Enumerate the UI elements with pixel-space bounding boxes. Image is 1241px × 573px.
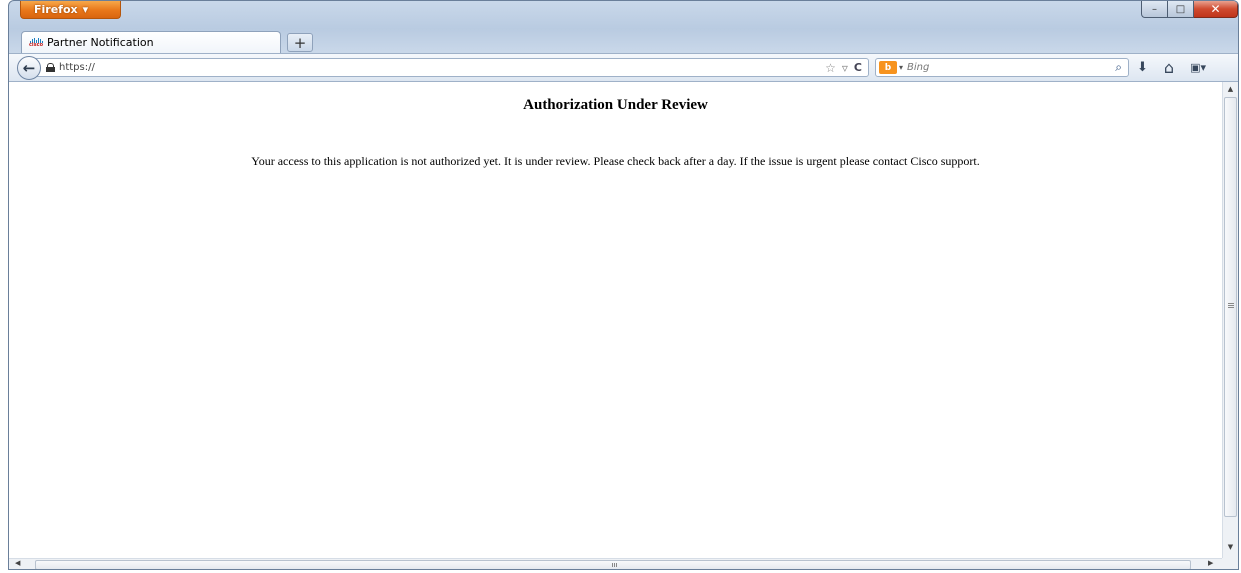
back-button[interactable]: ←: [17, 56, 41, 80]
bing-logo-text: b: [884, 62, 892, 73]
maximize-button[interactable]: □: [1168, 1, 1194, 18]
page-title: Authorization Under Review: [523, 97, 708, 113]
search-placeholder: Bing: [907, 62, 930, 73]
back-arrow-icon: ←: [22, 59, 36, 77]
cisco-logo-icon: cisco: [28, 37, 44, 49]
search-engine-dropdown-icon[interactable]: ▾: [899, 63, 903, 72]
page-content: Authorization Under Review Your access t…: [9, 82, 1222, 558]
chevron-down-icon: ▾: [82, 3, 89, 16]
tab-partner-notification[interactable]: cisco Partner Notification: [21, 31, 281, 53]
reload-icon[interactable]: C: [854, 61, 862, 74]
horizontal-scroll-thumb[interactable]: [35, 560, 1191, 569]
bing-logo-icon[interactable]: b: [879, 61, 897, 74]
scroll-up-arrow-icon[interactable]: ▲: [1223, 85, 1238, 93]
cisco-logo-text: cisco: [28, 41, 44, 48]
scroll-right-arrow-icon[interactable]: ▶: [1208, 559, 1213, 567]
close-button[interactable]: ✕: [1194, 1, 1238, 18]
new-tab-button[interactable]: +: [287, 33, 313, 52]
tab-title: Partner Notification: [47, 36, 154, 49]
page-message: Your access to this application is not a…: [251, 154, 980, 168]
search-bar[interactable]: b ▾ Bing ⌕: [875, 58, 1129, 77]
firefox-menu-button[interactable]: Firefox ▾: [20, 1, 121, 19]
lock-icon: [46, 63, 55, 72]
minimize-button[interactable]: –: [1141, 1, 1168, 18]
search-icon[interactable]: ⌕: [1115, 60, 1122, 75]
browser-window: Firefox ▾ – □ ✕ cisco Partner Notificati…: [8, 0, 1239, 570]
vertical-scroll-thumb[interactable]: [1224, 97, 1237, 517]
window-caption-buttons: – □ ✕: [1141, 1, 1238, 18]
history-dropdown-icon[interactable]: ▿: [842, 61, 848, 75]
toolbar-icons: ⬇ ⌂ ▣▾: [1137, 58, 1206, 77]
download-icon[interactable]: ⬇: [1137, 60, 1148, 75]
vertical-scrollbar[interactable]: ▲ ▼: [1222, 82, 1238, 558]
firefox-menu-label: Firefox: [34, 3, 78, 16]
horizontal-scrollbar[interactable]: ◀ ▶: [9, 558, 1222, 569]
bookmark-star-icon[interactable]: ☆: [825, 61, 836, 75]
navigation-toolbar: ← https:// ☆ ▿ C b ▾ Bing ⌕ ⬇ ⌂ ▣▾: [9, 53, 1238, 82]
scrollbar-corner: [1222, 558, 1238, 569]
url-text: https://: [59, 62, 95, 73]
scroll-down-arrow-icon[interactable]: ▼: [1223, 543, 1238, 551]
scroll-left-arrow-icon[interactable]: ◀: [15, 559, 20, 567]
home-icon[interactable]: ⌂: [1164, 58, 1174, 77]
bookmarks-menu-icon[interactable]: ▣▾: [1190, 61, 1206, 74]
url-bar[interactable]: https:// ☆ ▿ C: [33, 58, 869, 77]
